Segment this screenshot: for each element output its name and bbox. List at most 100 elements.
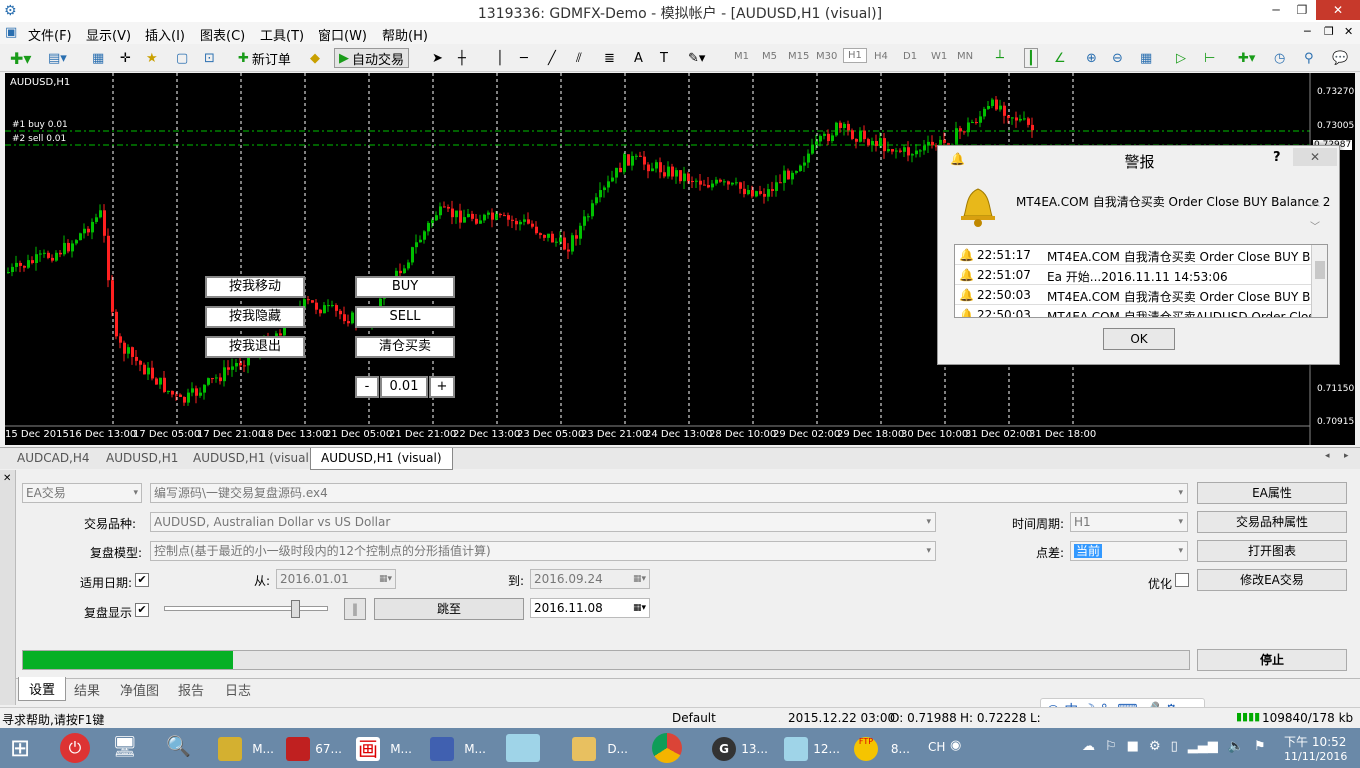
from-date-field[interactable]: 2016.01.01 ▦▾ — [276, 569, 396, 589]
auto-trade-button[interactable]: ▶ 自动交易 — [334, 48, 410, 68]
chat-icon[interactable]: 💬 — [1332, 48, 1348, 68]
tab-audusd-h1-visual[interactable]: AUDUSD,H1 (visual) — [193, 451, 314, 465]
new-chart-icon[interactable]: ✚▾ — [10, 48, 31, 68]
windows-start-icon[interactable]: ⊞ — [10, 734, 38, 762]
profiles-icon[interactable]: ▤▾ — [48, 48, 67, 68]
autoscroll-icon[interactable]: ▷ — [1176, 48, 1186, 68]
use-date-checkbox[interactable]: ✔ — [135, 573, 149, 587]
pause-button[interactable]: ‖ — [344, 598, 366, 620]
taskbar-item[interactable]: 画 M... — [350, 732, 416, 766]
tf-m5[interactable]: M5 — [762, 51, 777, 62]
navigator-icon[interactable]: ★ — [146, 48, 158, 68]
terminal-icon[interactable]: ▢ — [176, 48, 188, 68]
zoom-out-icon[interactable]: ⊖ — [1112, 48, 1123, 68]
ime-logo-icon[interactable]: ◉ — [950, 738, 961, 753]
metaeditor-icon[interactable]: ◆ — [310, 48, 320, 68]
ime-indicator[interactable]: CH — [928, 740, 945, 754]
cursor-icon[interactable]: ➤ — [432, 48, 443, 68]
new-order-button[interactable]: ✚ 新订单 — [238, 48, 291, 68]
tray-gear-icon[interactable]: ⚙ — [1149, 739, 1161, 754]
mdi-restore-button[interactable]: ❐ — [1324, 25, 1334, 38]
alert-close-button[interactable]: ✕ — [1293, 148, 1337, 166]
to-date-field[interactable]: 2016.09.24 ▦▾ — [530, 569, 650, 589]
speed-slider-track[interactable] — [164, 606, 328, 611]
lot-size-field[interactable]: 0.01 — [380, 376, 428, 398]
alert-row[interactable]: 🔔 22:51:17 MT4EA.COM 自我清仓买卖 Order Close … — [955, 245, 1327, 265]
tab-settings[interactable]: 设置 — [18, 677, 67, 701]
optimize-checkbox[interactable] — [1175, 573, 1189, 587]
tf-h4[interactable]: H4 — [874, 51, 888, 62]
hide-button[interactable]: 按我隐藏 — [205, 306, 305, 328]
trendline-icon[interactable]: ╱ — [548, 48, 556, 68]
ea-path-select[interactable]: 编写源码\一键交易复盘源码.ex4 ▾ — [150, 483, 1188, 503]
menu-tools[interactable]: 工具(T) — [260, 25, 304, 44]
alert-ok-button[interactable]: OK — [1103, 328, 1175, 350]
move-button[interactable]: 按我移动 — [205, 276, 305, 298]
exit-button[interactable]: 按我退出 — [205, 336, 305, 358]
symbol-properties-button[interactable]: 交易品种属性 — [1197, 511, 1347, 533]
doc-icon[interactable]: ▣ — [5, 25, 17, 40]
modify-ea-button[interactable]: 修改EA交易 — [1197, 569, 1347, 591]
candle-chart-icon[interactable]: ┃ — [1024, 48, 1038, 68]
close-button[interactable]: ✕ — [1316, 0, 1360, 20]
taskbar-item[interactable]: FTP 8... — [848, 732, 914, 766]
taskbar-item[interactable]: 67... — [280, 732, 346, 766]
menu-help[interactable]: 帮助(H) — [382, 25, 428, 44]
open-chart-button[interactable]: 打开图表 — [1197, 540, 1347, 562]
alert-row[interactable]: 🔔 22:51:07 Ea 开始...2016.11.11 14:53:06 — [955, 265, 1311, 285]
visual-mode-checkbox[interactable]: ✔ — [135, 603, 149, 617]
tf-mn[interactable]: MN — [957, 51, 973, 62]
tab-scroll-left-icon[interactable]: ◂ — [1325, 451, 1330, 461]
symbol-select[interactable]: AUDUSD, Australian Dollar vs US Dollar ▾ — [150, 512, 936, 532]
alert-scroll-up-icon[interactable]: ︿ — [1310, 194, 1320, 209]
taskbar-item[interactable]: M... — [212, 732, 278, 766]
skip-to-button[interactable]: 跳至 — [374, 598, 524, 620]
buy-button[interactable]: BUY — [355, 276, 455, 298]
skip-date-field[interactable]: 2016.11.08 ▦▾ — [530, 598, 650, 618]
menu-insert[interactable]: 插入(I) — [145, 25, 185, 44]
menu-window[interactable]: 窗口(W) — [318, 25, 367, 44]
tab-results[interactable]: 结果 — [74, 680, 100, 699]
market-watch-icon[interactable]: ▦ — [92, 48, 104, 68]
indicators-icon[interactable]: ✚▾ — [1238, 48, 1255, 68]
chrome-icon[interactable] — [652, 733, 682, 763]
spread-select[interactable]: 当前 ▾ — [1070, 541, 1188, 561]
alert-scroll-down-icon[interactable]: ﹀ — [1310, 218, 1320, 233]
crosshair-icon[interactable]: ┼ — [458, 48, 466, 68]
chart-shift-icon[interactable]: ⊢ — [1204, 48, 1215, 68]
line-chart-icon[interactable]: ∠ — [1054, 48, 1066, 68]
close-all-button[interactable]: 清仓买卖 — [355, 336, 455, 358]
shapes-icon[interactable]: ✎▾ — [688, 48, 705, 68]
tab-equity-chart[interactable]: 净值图 — [120, 680, 159, 699]
tab-audusd-h1-visual-active[interactable]: AUDUSD,H1 (visual) — [310, 448, 453, 470]
text-label-icon[interactable]: T — [660, 48, 668, 68]
ea-properties-button[interactable]: EA属性 — [1197, 482, 1347, 504]
tf-m15[interactable]: M15 — [788, 51, 809, 62]
lot-plus-button[interactable]: + — [429, 376, 455, 398]
search-icon[interactable]: 🔍 — [166, 734, 200, 762]
volume-icon[interactable]: 🔈 — [1228, 739, 1244, 754]
tray-nvidia-icon[interactable]: ■ — [1127, 739, 1139, 754]
search-icon[interactable]: ⚲ — [1304, 48, 1314, 68]
tray-network-icon[interactable]: ⚐ — [1105, 739, 1117, 754]
alert-list-scrollbar[interactable] — [1311, 245, 1327, 317]
zoom-in-icon[interactable]: ⊕ — [1086, 48, 1097, 68]
tab-journal[interactable]: 日志 — [225, 680, 251, 699]
minimize-button[interactable]: ─ — [1262, 0, 1290, 20]
taskbar-item[interactable]: G 13... — [706, 732, 772, 766]
wifi-icon[interactable]: ▂▄▆ — [1188, 739, 1218, 754]
fibonacci-icon[interactable]: ≣ — [604, 48, 615, 68]
tray-app-icon[interactable]: ☁ — [1082, 739, 1095, 754]
sell-button[interactable]: SELL — [355, 306, 455, 328]
tab-scroll-right-icon[interactable]: ▸ — [1344, 451, 1349, 461]
taskbar-item[interactable]: D... — [566, 732, 632, 766]
tester-icon[interactable]: ⊡ — [204, 48, 215, 68]
tf-m1[interactable]: M1 — [734, 51, 749, 62]
data-window-icon[interactable]: ✛ — [120, 48, 131, 68]
tab-audusd-h1[interactable]: AUDUSD,H1 — [106, 451, 178, 465]
lot-minus-button[interactable]: - — [355, 376, 379, 398]
ea-type-select[interactable]: EA交易 ▾ — [22, 483, 142, 503]
horizontal-line-icon[interactable]: ─ — [520, 48, 528, 68]
taskbar-item[interactable]: M... — [424, 732, 490, 766]
tile-windows-icon[interactable]: ▦ — [1140, 48, 1152, 68]
